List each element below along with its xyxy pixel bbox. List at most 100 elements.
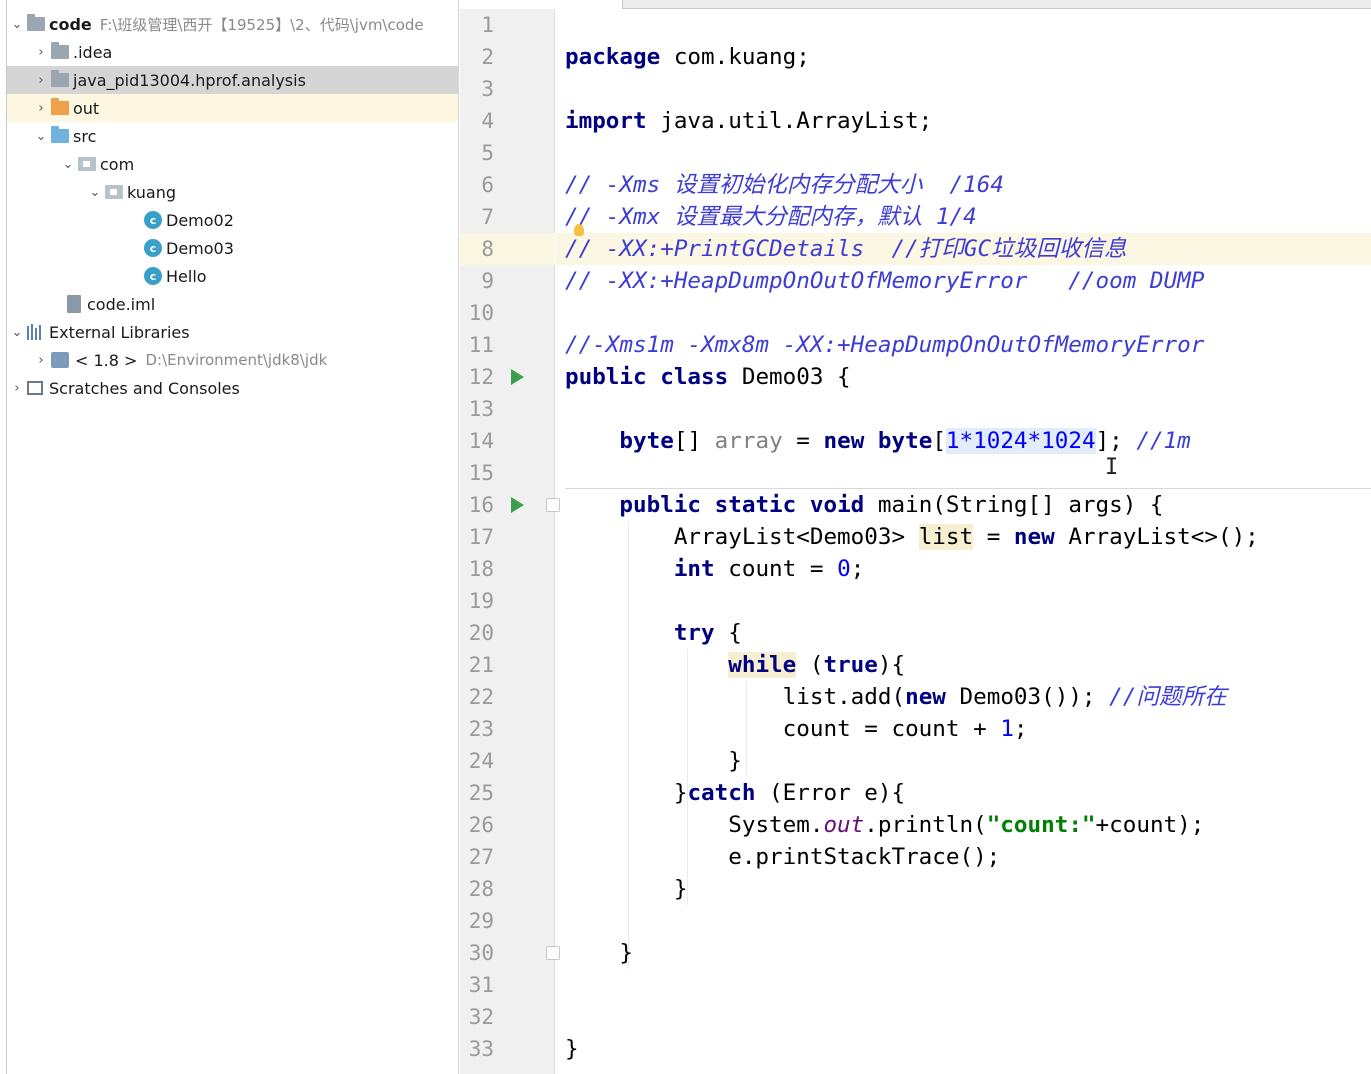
tree-label-idea: .idea: [73, 42, 113, 62]
run-main-icon[interactable]: [511, 497, 524, 513]
code-line-16: public static void main(String[] args) {: [556, 489, 1371, 521]
code-text: count = count +: [782, 716, 1001, 742]
gutter-line-current: 8: [460, 233, 555, 265]
gutter-line: 18: [460, 553, 555, 585]
jdk-icon: [51, 352, 69, 368]
gutter-line: 1: [460, 9, 555, 41]
tree-node-scratches[interactable]: › Scratches and Consoles: [7, 374, 458, 402]
chevron-right-icon[interactable]: ›: [31, 353, 51, 368]
tree-node-src[interactable]: ⌄ src: [7, 122, 458, 150]
tree-root-name: code: [49, 14, 92, 34]
code-text: System.: [728, 812, 824, 838]
editor-tab-bar: [460, 0, 1371, 9]
package-icon: [105, 185, 123, 199]
chevron-down-icon[interactable]: ⌄: [31, 129, 51, 144]
tree-node-hello[interactable]: c Hello: [7, 262, 458, 290]
line-number: 28: [468, 877, 494, 901]
gutter-line: 5: [460, 137, 555, 169]
code-line-2: package com.kuang;: [556, 41, 1371, 73]
tree-label-demo03: Demo03: [166, 238, 234, 258]
tree-node-jdk[interactable]: › < 1.8 > D:\Environment\jdk8\jdk: [7, 346, 458, 374]
gutter-line: 2: [460, 41, 555, 73]
line-number: 11: [468, 333, 494, 357]
gutter-line: 20: [460, 617, 555, 649]
chevron-down-icon[interactable]: ⌄: [85, 185, 105, 200]
folder-icon: [51, 42, 69, 59]
gutter-line: 30: [460, 937, 555, 969]
line-number: 4: [481, 109, 494, 133]
chevron-right-icon[interactable]: ›: [31, 101, 51, 116]
line-number: 30: [468, 941, 494, 965]
line-number: 17: [468, 525, 494, 549]
keyword: byte: [864, 428, 933, 454]
code-line-24: }: [556, 745, 1371, 777]
tree-label-jdk-version: < 1.8 >: [75, 350, 138, 370]
tree-node-external-libraries[interactable]: ⌄ External Libraries: [7, 318, 458, 346]
code-line-9: // -XX:+HeapDumpOnOutOfMemoryError //oom…: [556, 265, 1371, 297]
code-line-11: //-Xms1m -Xmx8m -XX:+HeapDumpOnOutOfMemo…: [556, 329, 1371, 361]
tree-node-analysis[interactable]: › java_pid13004.hprof.analysis: [7, 66, 458, 94]
tree-label-out: out: [73, 98, 100, 118]
tree-node-root[interactable]: ⌄ code F:\班级管理\西开【19525】\2、代码\jvm\code: [7, 10, 458, 38]
code-text: =: [973, 524, 1014, 550]
chevron-down-icon[interactable]: ⌄: [7, 325, 27, 340]
keyword: import: [565, 108, 647, 134]
code-text: e.printStackTrace();: [565, 844, 1001, 870]
line-number: 5: [481, 141, 494, 165]
line-number: 16: [468, 493, 494, 517]
tree-node-com[interactable]: ⌄ com: [7, 150, 458, 178]
gutter-line: 4: [460, 105, 555, 137]
tree-label-demo02: Demo02: [166, 210, 234, 230]
run-class-icon[interactable]: [511, 369, 524, 385]
code-line-21: while (true){: [556, 649, 1371, 681]
chevron-right-icon[interactable]: ›: [7, 381, 27, 396]
java-class-icon: c: [144, 211, 162, 229]
editor-tab-active[interactable]: [460, 0, 623, 9]
text-cursor-icon: I: [1105, 455, 1119, 480]
line-number-gutter[interactable]: 1 2 3 4 5 6 7 8 9 10 11 12 13 14 15 16 1…: [460, 9, 555, 1074]
tree-node-demo02[interactable]: c Demo02: [7, 206, 458, 234]
line-number: 9: [481, 269, 494, 293]
chevron-right-icon[interactable]: ›: [31, 45, 51, 60]
keyword: byte: [619, 428, 674, 454]
gutter-line: 9: [460, 265, 555, 297]
line-number: 15: [468, 461, 494, 485]
highlighted-variable: list: [918, 524, 974, 550]
tree-node-kuang[interactable]: ⌄ kuang: [7, 178, 458, 206]
selected-expression: 1*1024*1024: [945, 428, 1096, 454]
chevron-down-icon[interactable]: ⌄: [7, 17, 27, 32]
tree-node-out[interactable]: › out: [7, 94, 458, 122]
comment: // -XX:+HeapDumpOnOutOfMemoryError //oom…: [565, 268, 1205, 294]
gutter-line: 3: [460, 73, 555, 105]
code-editor[interactable]: package com.kuang; import java.util.Arra…: [546, 9, 1371, 1074]
gutter-line: 25: [460, 777, 555, 809]
project-tool-window: ⌄ code F:\班级管理\西开【19525】\2、代码\jvm\code ›…: [0, 0, 459, 1074]
chevron-down-icon[interactable]: ⌄: [58, 157, 78, 172]
number-literal: 1: [1000, 716, 1014, 742]
tree-node-code-iml[interactable]: code.iml: [7, 290, 458, 318]
number-literal: 0: [837, 556, 851, 582]
line-number: 25: [468, 781, 494, 805]
keyword: public static void: [619, 492, 865, 518]
gutter-line: 10: [460, 297, 555, 329]
source-folder-icon: [51, 126, 69, 143]
code-line-17: ArrayList<Demo03> list = new ArrayList<>…: [556, 521, 1371, 553]
code-text: main(String[] args) {: [864, 492, 1164, 518]
code-line-6: // -Xms 设置初始化内存分配大小 /164: [556, 169, 1371, 201]
gutter-line: 33: [460, 1033, 555, 1065]
iml-file-icon: [67, 295, 81, 313]
code-text: }: [565, 1036, 579, 1062]
tree-node-demo03[interactable]: c Demo03: [7, 234, 458, 262]
chevron-right-icon[interactable]: ›: [31, 73, 51, 88]
excluded-folder-icon: [51, 98, 69, 115]
gutter-line: 26: [460, 809, 555, 841]
package-icon: [78, 157, 96, 171]
code-text: com.kuang;: [660, 44, 810, 70]
tree-node-idea[interactable]: › .idea: [7, 38, 458, 66]
